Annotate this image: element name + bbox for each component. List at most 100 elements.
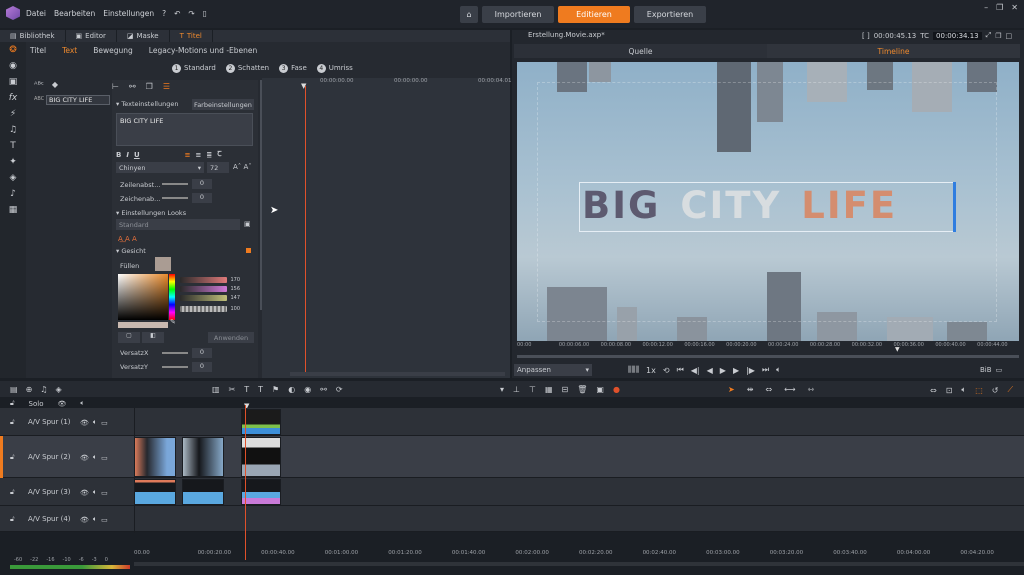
slide-tool-icon[interactable]: ⟷ (784, 385, 795, 394)
clip-track3-a[interactable] (134, 479, 176, 505)
track-settings-icon[interactable]: ▤ (10, 385, 18, 394)
undo-timeline-icon[interactable]: ↺ (992, 386, 999, 395)
step-schatten[interactable]: 2 Schatten (225, 64, 269, 73)
align-center-icon[interactable]: ≡ (185, 151, 191, 159)
loop-icon[interactable]: ⟲ (663, 366, 670, 375)
preview-playhead-icon[interactable]: ▼ (895, 346, 900, 353)
help-icon[interactable]: ? (162, 9, 166, 18)
zoom-fit-icon[interactable]: ⇔ (930, 386, 937, 395)
menu-bearbeiten[interactable]: Bearbeiten (54, 9, 95, 18)
record-marker-icon[interactable]: ● (613, 385, 620, 394)
sticker-tool-icon[interactable]: ✦ (0, 154, 26, 170)
audio-all-icon[interactable]: 🔈︎ (80, 399, 84, 408)
track-2-lock-icon[interactable]: 🔓︎ (10, 453, 15, 462)
subtab-titel[interactable]: Titel (30, 46, 46, 55)
magnet-icon[interactable]: ⊡ (946, 386, 953, 395)
pip-toggle[interactable]: BiB (980, 366, 992, 374)
tab-bibliothek[interactable]: ▤ Bibliothek (0, 30, 66, 42)
hue-slider[interactable] (169, 274, 175, 320)
add-text-icon[interactable]: ᴬᴮᶜ (34, 80, 44, 89)
copy-icon[interactable]: ❐ (146, 82, 153, 91)
track-2-name[interactable]: A/V Spur (2) (28, 453, 71, 461)
timeline-playhead[interactable] (245, 405, 246, 560)
step-standard[interactable]: 1 Standard (172, 64, 216, 73)
subtab-legacy[interactable]: Legacy-Motions und -Ebenen (149, 46, 257, 55)
text-insert-icon[interactable]: T (244, 385, 249, 394)
list-icon[interactable]: ☰ (163, 82, 170, 91)
title-clip[interactable] (241, 409, 281, 435)
menu-datei[interactable]: Datei (26, 9, 46, 18)
audio-duck-icon[interactable]: ◐ (288, 385, 295, 394)
document-icon[interactable]: ▯ (203, 9, 207, 18)
pop-out-icon[interactable]: ❐ (995, 32, 1001, 40)
alpha-slider[interactable] (180, 306, 228, 312)
font-size-adjust-icon[interactable]: Aˆ Aˇ (233, 163, 252, 171)
step-umriss[interactable]: 4 Umriss (316, 64, 353, 73)
color-tool-icon[interactable]: ◉ (0, 58, 26, 74)
title-resize-handle[interactable] (953, 182, 956, 232)
font-select[interactable]: Chinyen ▾ (116, 162, 204, 173)
bold-icon[interactable]: B (116, 151, 121, 159)
title-insert-icon[interactable]: T (258, 385, 263, 394)
offset-y-value[interactable]: 0 (192, 362, 212, 372)
monitor-icon[interactable]: ▭ (101, 489, 108, 497)
char-spacing-slider[interactable] (162, 197, 188, 199)
fill-color-swatch[interactable] (155, 257, 171, 271)
forward-icon[interactable]: ▶ (733, 366, 739, 375)
import-button[interactable]: Importieren (482, 6, 554, 23)
tab-titel[interactable]: T Titel (170, 30, 213, 42)
close-icon[interactable]: ✕ (1011, 3, 1018, 12)
snapshot-icon[interactable]: ◈ (55, 385, 61, 394)
solid-fill-icon[interactable]: ▢ (118, 332, 140, 343)
edit-button[interactable]: Editieren (558, 6, 630, 23)
speed-value[interactable]: 1x (646, 366, 656, 375)
delete-icon[interactable]: 🗑︎ (577, 385, 587, 394)
film-icon[interactable]: ▦ (545, 385, 553, 394)
clip-marker-icon[interactable]: ▣ (596, 385, 604, 394)
subtab-bewegung[interactable]: Bewegung (93, 46, 133, 55)
split-icon[interactable]: ⊟ (562, 385, 569, 394)
ripple-icon[interactable]: ⬚ (975, 386, 983, 395)
visibility-all-icon[interactable]: 👁︎ (58, 400, 67, 408)
look-select[interactable]: Standard (116, 219, 240, 230)
undo-icon[interactable]: ↶ (174, 9, 180, 18)
slip-tool-icon[interactable]: ⇹ (747, 385, 754, 394)
audio-mixer-icon[interactable]: ♫ (40, 385, 47, 394)
face-enabled-indicator[interactable] (246, 248, 251, 253)
underline-icon[interactable]: U (134, 151, 140, 159)
line-spacing-value[interactable]: 0 (192, 179, 212, 189)
text-style-icons[interactable]: A͟ A A (118, 235, 137, 243)
link-icon[interactable]: ⚯ (129, 82, 136, 91)
speaker-icon[interactable]: 🔈︎ (93, 488, 97, 497)
tab-editor[interactable]: ▣ Editor (66, 30, 117, 42)
storyboard-icon[interactable]: ▥ (212, 385, 220, 394)
track-4-name[interactable]: A/V Spur (4) (28, 515, 71, 523)
italic-icon[interactable]: I (126, 151, 129, 159)
title-tool-icon[interactable]: ❂ (0, 42, 26, 58)
text-tool-icon[interactable]: T (0, 138, 26, 154)
face-heading[interactable]: ▾ Gesicht (116, 247, 146, 255)
menu-einstellungen[interactable]: Einstellungen (103, 9, 154, 18)
fullscreen-icon[interactable]: ⤢ (986, 31, 992, 40)
save-look-icon[interactable]: ▣ (244, 220, 251, 228)
red-slider[interactable] (180, 277, 228, 283)
blue-slider[interactable] (180, 295, 228, 301)
color-settings-button[interactable]: Farbeinstellungen (192, 99, 254, 110)
track-1-name[interactable]: A/V Spur (1) (28, 418, 71, 426)
maximize-icon[interactable]: □ (1006, 32, 1013, 40)
timeline-ruler[interactable]: 00.00 00:00:20.00 00:00:40.00 00:01:00.00 00… (134, 550, 1024, 560)
timeline-scrollbar[interactable] (134, 562, 1024, 566)
eye-icon[interactable]: 👁︎ (80, 419, 89, 427)
preview-scrub-ruler[interactable]: 00:00 00:00:06.00 00:00:08.00 00:00:12.00 00… (517, 342, 1019, 352)
add-shape-icon[interactable]: ◆ (52, 80, 58, 89)
marker-icon[interactable]: ⚑ (272, 385, 279, 394)
track-1-lock-icon[interactable]: 🔓︎ (10, 418, 15, 427)
filmstrip-tool-icon[interactable]: ▦ (0, 202, 26, 218)
stretch-tool-icon[interactable]: ⇿ (808, 385, 815, 394)
play-icon[interactable]: ▶ (720, 366, 726, 375)
audio-tool-icon[interactable]: ♪ (0, 186, 26, 202)
stack-tool-icon[interactable]: ◈ (0, 170, 26, 186)
restore-icon[interactable]: ❐ (996, 3, 1003, 12)
gradient-fill-icon[interactable]: ◧ (142, 332, 164, 343)
clip-track3-c[interactable] (241, 479, 281, 505)
